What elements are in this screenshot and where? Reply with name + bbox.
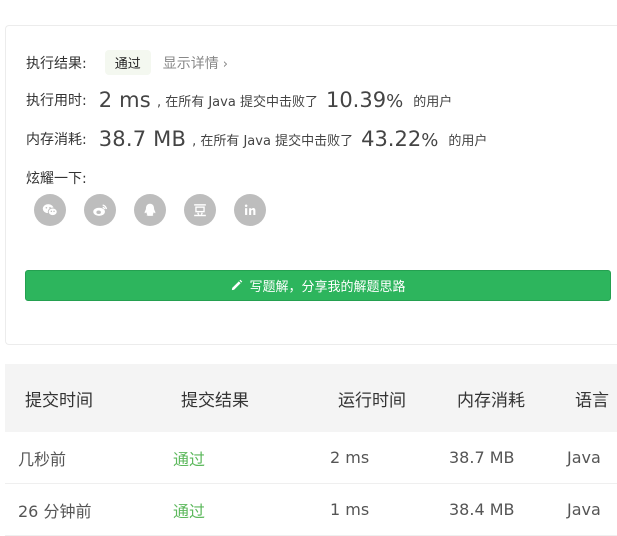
- runtime-percent-sign: %: [386, 91, 404, 112]
- runtime-percent-value: 10.39: [325, 88, 387, 112]
- submissions-table: 提交时间 提交结果 运行时间 内存消耗 语言 几秒前 通过 2 ms 38.7 …: [5, 364, 617, 536]
- memory-value: 38.7 MB: [98, 127, 187, 151]
- wechat-icon[interactable]: [34, 194, 66, 226]
- table-header: 提交时间 提交结果 运行时间 内存消耗 语言: [5, 364, 617, 432]
- memory-prefix: , 在所有 Java 提交中击败了: [192, 133, 354, 149]
- submission-result-card: 执行结果: 通过 显示详情 › 执行用时: 2 ms , 在所有 Java 提交中…: [5, 25, 617, 345]
- memory-label: 内存消耗:: [26, 132, 87, 148]
- cell-submit-time: 26 分钟前: [18, 501, 92, 521]
- header-language: 语言: [575, 390, 609, 411]
- cell-submit-time: 几秒前: [18, 449, 67, 469]
- runtime-prefix: , 在所有 Java 提交中击败了: [156, 94, 318, 110]
- runtime-value: 2 ms: [98, 88, 151, 112]
- show-details-label: 显示详情: [162, 55, 219, 72]
- douban-icon[interactable]: [184, 194, 216, 226]
- exec-result-row: 执行结果: 通过 显示详情 ›: [26, 50, 228, 75]
- memory-suffix: 的用户: [448, 133, 488, 149]
- pencil-icon: [232, 279, 243, 291]
- cell-runtime: 1 ms: [330, 500, 370, 519]
- cell-language: Java: [567, 448, 601, 467]
- share-label: 炫耀一下:: [26, 171, 87, 187]
- cell-memory: 38.4 MB: [449, 500, 515, 519]
- table-row: 几秒前 通过 2 ms 38.7 MB Java: [5, 432, 617, 484]
- linkedin-icon[interactable]: [234, 194, 266, 226]
- qq-icon[interactable]: [134, 194, 166, 226]
- share-row: 炫耀一下:: [26, 168, 87, 188]
- memory-percent-value: 43.22: [361, 127, 422, 151]
- cell-runtime: 2 ms: [330, 448, 370, 467]
- cell-submit-result-link[interactable]: 通过: [173, 484, 205, 535]
- header-submit-result: 提交结果: [181, 390, 249, 411]
- exec-result-label: 执行结果:: [26, 55, 87, 72]
- weibo-icon[interactable]: [84, 194, 116, 226]
- runtime-suffix: 的用户: [413, 94, 453, 110]
- header-runtime: 运行时间: [338, 390, 406, 411]
- chevron-right-icon: ›: [222, 56, 228, 72]
- cell-submit-result-link[interactable]: 通过: [173, 432, 205, 483]
- memory-percent: 43.22%: [361, 127, 438, 151]
- show-details-link[interactable]: 显示详情 ›: [163, 53, 228, 73]
- write-solution-label: 写题解，分享我的解题思路: [249, 280, 406, 295]
- header-memory: 内存消耗: [457, 390, 525, 411]
- runtime-row: 执行用时: 2 ms , 在所有 Java 提交中击败了 10.39% 的用户: [26, 88, 452, 112]
- table-row: 26 分钟前 通过 1 ms 38.4 MB Java: [5, 484, 617, 536]
- memory-percent-sign: %: [421, 130, 439, 151]
- runtime-label: 执行用时:: [26, 93, 87, 109]
- runtime-percent: 10.39%: [326, 88, 403, 112]
- cell-memory: 38.7 MB: [449, 448, 515, 467]
- memory-row: 内存消耗: 38.7 MB , 在所有 Java 提交中击败了 43.22% 的…: [26, 127, 487, 151]
- share-icons: [34, 194, 266, 226]
- header-submit-time: 提交时间: [25, 390, 93, 411]
- cell-language: Java: [567, 500, 601, 519]
- write-solution-button[interactable]: 写题解，分享我的解题思路: [25, 270, 611, 301]
- status-badge: 通过: [104, 50, 151, 75]
